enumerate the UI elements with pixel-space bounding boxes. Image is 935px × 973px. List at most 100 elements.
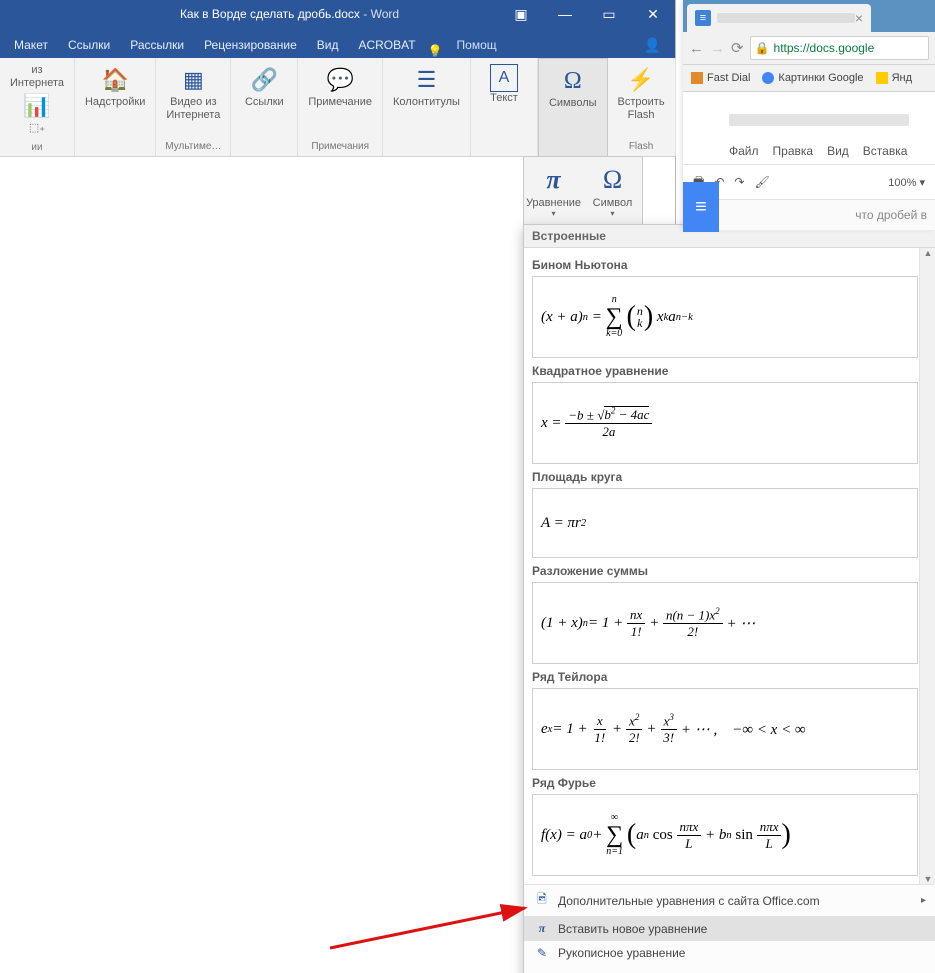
gallery-body: ▲ ▼ Бином Ньютона (x + a)n = n∑k=0 (nk) … xyxy=(524,248,935,884)
ribbon-display-options[interactable]: ▣ xyxy=(499,0,543,28)
lock-icon: 🔒 xyxy=(755,41,770,55)
tab-layout[interactable]: Макет xyxy=(6,32,56,58)
bookmark-fastdial-label: Fast Dial xyxy=(707,72,750,84)
forward-button: → xyxy=(710,40,725,57)
minimize-button[interactable]: — xyxy=(543,0,587,28)
comment-button[interactable]: 💬 Примечание xyxy=(302,60,378,139)
more-equations-label: Дополнительные уравнения с сайта Office.… xyxy=(558,894,820,908)
symbol-button[interactable]: Ω Символ ▾ xyxy=(583,157,642,225)
bookmark-yandex-label: Янд xyxy=(892,72,912,84)
docs-title-area xyxy=(683,92,935,148)
ink-equation-item[interactable]: ✎ Рукописное уравнение xyxy=(524,941,935,965)
addins-button[interactable]: 🏠 Надстройки xyxy=(79,60,151,139)
chrome-tab[interactable]: ≡ × xyxy=(687,4,871,32)
equation-item-taylor[interactable]: ex = 1 + x1! + x22! + x33! + ⋯ , −∞ < x … xyxy=(532,688,918,770)
paint-format-button[interactable]: 🖌 xyxy=(754,175,769,189)
symbol-dropdown-icon: ▾ xyxy=(610,209,614,218)
text-button[interactable]: A Текст xyxy=(475,60,533,139)
scroll-up-icon[interactable]: ▲ xyxy=(924,248,933,258)
redo-button[interactable]: ↷ xyxy=(734,175,744,189)
zoom-control[interactable]: 100% ▾ xyxy=(888,176,925,189)
ribbon-group-links: 🔗 Ссылки xyxy=(231,58,298,156)
equation-item-fourier[interactable]: f(x) = a0 + ∞∑n=1 (an cos nπxL + bn sin … xyxy=(532,794,918,876)
symbols-button[interactable]: Ω Символы xyxy=(543,61,603,139)
group-caption-media: Мультиме… xyxy=(160,139,226,154)
tab-review[interactable]: Рецензирование xyxy=(196,32,305,58)
doc-name: Как в Ворде сделать дробь.docx xyxy=(180,7,360,21)
docs-page-preview: что дробей в xyxy=(683,200,935,231)
chrome-tabbar: ≡ × xyxy=(683,0,935,32)
equation-item-binomial-expansion-title: Разложение суммы xyxy=(532,564,918,578)
link-icon: 🔗 xyxy=(248,64,280,96)
ribbon-group-left: из Интернета 📊 ⬚₊ ии xyxy=(0,58,75,156)
header-footer-label: Колонтитулы xyxy=(393,96,460,109)
equation-label: Уравнение xyxy=(526,197,581,209)
reload-button[interactable]: ⟳ xyxy=(731,39,744,57)
ribbon-group-media: ▦ Видео из Интернета Мультиме… xyxy=(156,58,231,156)
equation-item-binomial-title: Бином Ньютона xyxy=(532,258,918,272)
equation-dropdown-icon: ▾ xyxy=(551,209,555,218)
chrome-window: ≡ × ← → ⟳ 🔒 https://docs.google Fast Dia… xyxy=(683,0,935,230)
equation-button[interactable]: π Уравнение ▾ xyxy=(524,157,583,225)
bookmark-google-images[interactable]: Картинки Google xyxy=(762,72,863,84)
comment-label: Примечание xyxy=(308,96,372,109)
addins-label: Надстройки xyxy=(85,96,145,109)
back-button[interactable]: ← xyxy=(689,40,704,57)
menu-insert[interactable]: Вставка xyxy=(863,144,908,158)
online-video-button[interactable]: ▦ Видео из Интернета xyxy=(160,60,226,139)
menu-file[interactable]: Файл xyxy=(729,144,759,158)
group-caption-left: ии xyxy=(4,140,70,155)
header-footer-button[interactable]: ☰ Колонтитулы xyxy=(387,60,466,139)
from-internet-label: из Интернета xyxy=(10,64,64,90)
plus-icon: ⬚₊ xyxy=(29,122,45,135)
insert-new-equation-item[interactable]: π Вставить новое уравнение xyxy=(524,916,935,941)
tab-view[interactable]: Вид xyxy=(309,32,347,58)
equation-item-quadratic[interactable]: x = −b ± √b2 − 4ac2a xyxy=(532,382,918,464)
omega-icon: Ω xyxy=(603,165,622,195)
equation-item-taylor-title: Ряд Тейлора xyxy=(532,670,918,684)
maximize-button[interactable]: ▭ xyxy=(587,0,631,28)
equation-item-binomial-expansion[interactable]: (1 + x)n = 1 + nx1! + n(n − 1)x22! + ⋯ xyxy=(532,582,918,664)
docs-title-placeholder[interactable] xyxy=(729,114,909,126)
bookmarks-bar: Fast Dial Картинки Google Янд xyxy=(683,65,935,92)
menu-edit[interactable]: Правка xyxy=(773,144,814,158)
omega-icon: Ω xyxy=(557,65,589,97)
close-button[interactable]: ✕ xyxy=(631,0,675,28)
docs-logo[interactable]: ≡ xyxy=(683,182,719,232)
ribbon-group-symbols: Ω Символы xyxy=(538,58,608,156)
tell-me-icon: 💡 xyxy=(428,44,443,58)
zoom-value: 100% xyxy=(888,177,916,189)
bookmark-yandex[interactable]: Янд xyxy=(876,72,912,84)
equation-item-circle-area[interactable]: A = πr2 xyxy=(532,488,918,558)
equation-item-binomial[interactable]: (x + a)n = n∑k=0 (nk) xkan−k xyxy=(532,276,918,358)
group-caption-text xyxy=(475,139,533,154)
gallery-list: Бином Ньютона (x + a)n = n∑k=0 (nk) xkan… xyxy=(524,248,935,884)
more-equations-item[interactable]: 🖻 Дополнительные уравнения с сайта Offic… xyxy=(524,885,935,916)
group-caption-addins xyxy=(79,139,151,154)
save-equation-item: π Сохранить выделенный фрагмент в коллек… xyxy=(524,965,935,973)
group-caption-flash: Flash xyxy=(612,139,671,154)
bookmark-fastdial[interactable]: Fast Dial xyxy=(691,72,750,84)
url-field[interactable]: 🔒 https://docs.google xyxy=(750,36,929,60)
flash-button[interactable]: ⚡ Встроить Flash xyxy=(612,60,671,139)
account-button[interactable]: 👤 xyxy=(636,33,669,58)
tab-close-icon[interactable]: × xyxy=(855,10,863,26)
pi-icon: π xyxy=(534,921,550,936)
menu-view[interactable]: Вид xyxy=(827,144,849,158)
ribbon-group-addins: 🏠 Надстройки xyxy=(75,58,156,156)
scroll-down-icon[interactable]: ▼ xyxy=(924,874,933,884)
tab-mailings[interactable]: Рассылки xyxy=(122,32,192,58)
pi-icon: π xyxy=(546,165,560,195)
gallery-scrollbar[interactable]: ▲ ▼ xyxy=(919,248,935,884)
group-caption-headers xyxy=(387,139,466,154)
from-internet-button[interactable]: из Интернета 📊 ⬚₊ xyxy=(4,60,70,140)
text-label: Текст xyxy=(490,92,518,105)
tab-acrobat[interactable]: ACROBAT xyxy=(350,32,423,58)
symbol-label: Символ xyxy=(593,197,633,209)
word-title: Как в Ворде сделать дробь.docx - Word xyxy=(0,7,499,21)
links-button[interactable]: 🔗 Ссылки xyxy=(235,60,293,139)
gallery-footer: 🖻 Дополнительные уравнения с сайта Offic… xyxy=(524,884,935,973)
tab-tell-me[interactable]: Помощ xyxy=(449,32,505,58)
tab-references[interactable]: Ссылки xyxy=(60,32,118,58)
bookmark-google-images-label: Картинки Google xyxy=(778,72,863,84)
